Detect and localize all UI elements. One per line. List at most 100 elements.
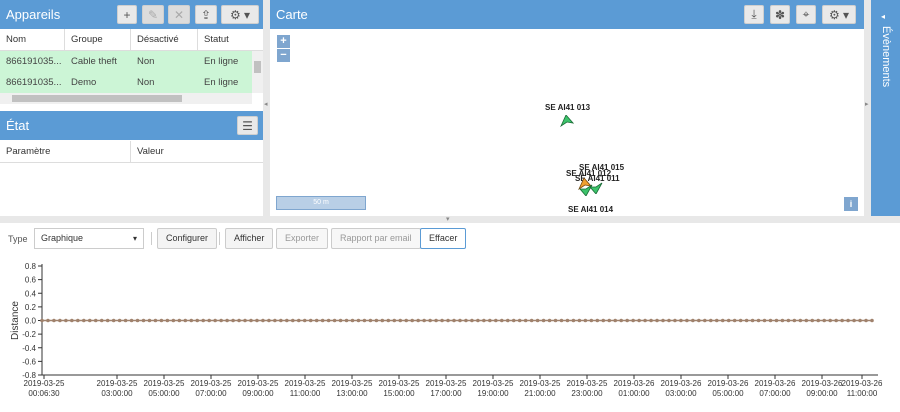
x-tick-label: 03:00:00 bbox=[101, 389, 133, 398]
x-tick-label: 2019-03-25 bbox=[426, 379, 467, 388]
y-tick-label: -0.2 bbox=[22, 330, 36, 339]
data-point bbox=[720, 318, 725, 323]
vehicle-arrow-icon[interactable] bbox=[560, 115, 574, 127]
data-point bbox=[708, 318, 713, 323]
data-point bbox=[458, 318, 462, 323]
data-point bbox=[697, 318, 701, 323]
data-point bbox=[350, 318, 355, 323]
y-tick-label: -0.4 bbox=[22, 344, 36, 353]
x-tick-label: 2019-03-25 bbox=[238, 379, 279, 388]
x-tick-label: 11:00:00 bbox=[847, 389, 878, 398]
settings-dropdown-button[interactable]: ⚙ ▾ bbox=[221, 5, 259, 24]
data-point bbox=[547, 318, 552, 323]
zoom-in-button[interactable]: + bbox=[277, 35, 290, 48]
data-point bbox=[81, 318, 86, 323]
data-point bbox=[703, 318, 707, 323]
data-point bbox=[619, 318, 624, 323]
x-tick-label: 21:00:00 bbox=[524, 389, 556, 398]
email-report-button[interactable]: Rapport par email bbox=[331, 228, 421, 249]
column-header[interactable]: Désactivé bbox=[131, 29, 198, 50]
data-point bbox=[565, 318, 570, 323]
vertical-scrollbar[interactable] bbox=[252, 51, 263, 93]
vertical-splitter[interactable]: ◂ bbox=[263, 0, 270, 216]
data-point bbox=[255, 318, 259, 323]
info-button[interactable]: i bbox=[844, 197, 858, 211]
data-point bbox=[320, 318, 325, 323]
upload-icon[interactable]: ⇪ bbox=[195, 5, 217, 24]
zoom-out-button[interactable]: − bbox=[277, 49, 290, 62]
table-row[interactable]: 866191035... Demo Non En ligne bbox=[0, 73, 252, 93]
x-tick-label: 13:00:00 bbox=[336, 389, 368, 398]
crosshair-icon[interactable]: ⌖ bbox=[796, 5, 816, 24]
horizontal-splitter[interactable]: ▾ bbox=[0, 216, 900, 223]
x-tick-label: 09:00:00 bbox=[806, 389, 838, 398]
show-button[interactable]: Afficher bbox=[225, 228, 274, 249]
data-point bbox=[356, 318, 361, 323]
data-point bbox=[852, 318, 856, 323]
data-point bbox=[571, 318, 576, 323]
data-point bbox=[302, 318, 307, 323]
table-row[interactable]: 866191035... Cable theft Non En ligne bbox=[0, 51, 252, 73]
data-point bbox=[243, 318, 247, 323]
column-header[interactable]: Nom bbox=[0, 29, 65, 50]
data-point bbox=[135, 318, 140, 323]
map-title: Carte bbox=[276, 7, 308, 22]
x-tick-label: 2019-03-25 bbox=[24, 379, 65, 388]
data-point bbox=[344, 318, 349, 323]
vehicle-arrow-icon[interactable] bbox=[589, 182, 603, 194]
data-point bbox=[123, 318, 128, 323]
x-tick-label: 05:00:00 bbox=[148, 389, 180, 398]
right-splitter[interactable]: ▸ bbox=[864, 0, 871, 216]
data-point bbox=[541, 318, 546, 323]
data-point bbox=[380, 318, 385, 323]
divider bbox=[151, 232, 152, 245]
type-select-value: Graphique bbox=[41, 233, 84, 243]
column-header[interactable]: Paramètre bbox=[0, 141, 131, 162]
edit-device-button[interactable]: ✎ bbox=[142, 5, 164, 24]
data-point bbox=[296, 318, 301, 323]
data-point bbox=[679, 318, 683, 323]
events-sidebar[interactable]: ◂ Évènements bbox=[871, 0, 900, 216]
export-button[interactable]: Exporter bbox=[276, 228, 329, 249]
x-tick-label: 2019-03-25 bbox=[332, 379, 373, 388]
data-point bbox=[649, 318, 653, 323]
column-header[interactable]: Valeur bbox=[131, 141, 263, 162]
data-point bbox=[595, 318, 600, 323]
data-point bbox=[834, 318, 838, 323]
events-title: Évènements bbox=[880, 26, 892, 88]
data-point bbox=[589, 318, 594, 323]
list-icon[interactable]: ☰ bbox=[237, 116, 258, 135]
configure-button[interactable]: Configurer bbox=[157, 228, 218, 249]
data-point bbox=[416, 318, 420, 323]
data-point bbox=[517, 318, 522, 323]
map-canvas[interactable]: + − SE AI41 013 SE AI41 015 SE AI41 012 … bbox=[270, 29, 864, 216]
paw-icon[interactable]: ✽ bbox=[770, 5, 790, 24]
x-tick-label: 09:00:00 bbox=[242, 389, 274, 398]
column-header[interactable]: Groupe bbox=[65, 29, 131, 50]
data-point bbox=[822, 318, 827, 323]
remove-device-button[interactable]: ✕ bbox=[168, 5, 190, 24]
data-point bbox=[213, 318, 217, 323]
data-point bbox=[661, 318, 665, 323]
clear-button[interactable]: Effacer bbox=[420, 228, 467, 249]
map-settings-button[interactable]: ⚙ ▾ bbox=[822, 5, 856, 24]
data-point bbox=[195, 318, 200, 323]
data-point bbox=[76, 318, 80, 323]
data-point bbox=[738, 318, 743, 323]
column-header[interactable]: Statut bbox=[198, 29, 253, 50]
data-point bbox=[488, 318, 492, 323]
data-point bbox=[577, 318, 582, 323]
horizontal-scrollbar[interactable] bbox=[0, 93, 252, 104]
type-select[interactable]: Graphique ▾ bbox=[34, 228, 144, 249]
data-point bbox=[864, 318, 868, 323]
vehicle-label: SE AI41 013 bbox=[545, 103, 591, 112]
download-icon[interactable]: ⤓ bbox=[744, 5, 764, 24]
data-point bbox=[386, 318, 391, 323]
add-device-button[interactable]: + bbox=[117, 5, 137, 24]
data-point bbox=[691, 318, 695, 323]
data-point bbox=[332, 318, 337, 323]
x-tick-label: 2019-03-25 bbox=[191, 379, 232, 388]
data-point bbox=[774, 318, 779, 323]
data-point bbox=[237, 318, 241, 323]
data-point bbox=[828, 318, 833, 323]
